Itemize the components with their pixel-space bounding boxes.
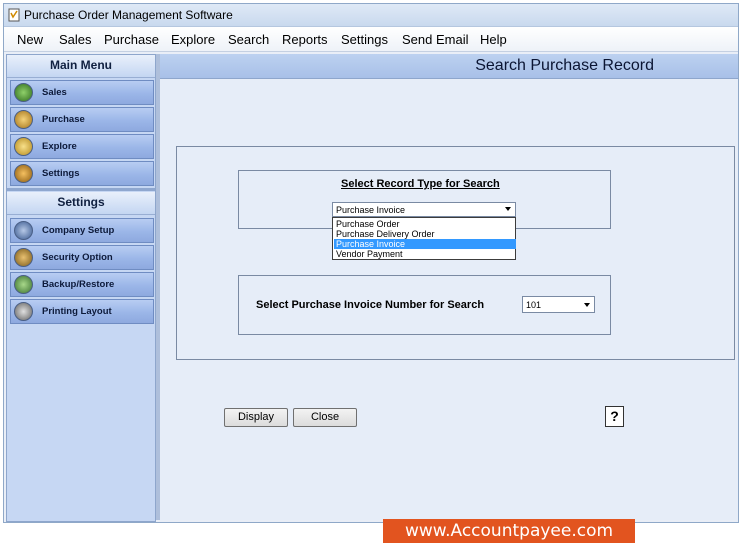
dropdown-option[interactable]: Purchase Delivery Order (334, 229, 516, 239)
sidebar-item-label: Security Option (42, 252, 113, 263)
explore-folder-icon (14, 137, 33, 156)
menu-new[interactable]: New (17, 32, 43, 47)
help-button[interactable]: ? (605, 406, 624, 427)
record-type-label: Select Record Type for Search (341, 178, 500, 190)
sidebar-item-label: Company Setup (42, 225, 115, 236)
sidebar-item-printing-layout[interactable]: Printing Layout (10, 299, 154, 324)
sidebar-item-security-option[interactable]: Security Option (10, 245, 154, 270)
dropdown-option[interactable]: Vendor Payment (334, 249, 516, 259)
lock-icon (14, 248, 33, 267)
brand-banner: www.Accountpayee.com (383, 519, 635, 543)
window-title: Purchase Order Management Software (24, 8, 233, 22)
record-type-dropdown-list: Purchase Order Purchase Delivery Order P… (332, 217, 516, 260)
sidebar-item-explore[interactable]: Explore (10, 134, 154, 159)
dropdown-option-highlighted[interactable]: Purchase Invoice (334, 239, 516, 249)
menu-purchase[interactable]: Purchase (104, 32, 159, 47)
sidebar-item-label: Settings (42, 168, 80, 179)
menu-sales[interactable]: Sales (59, 32, 92, 47)
page-header: Search Purchase Record (160, 54, 738, 79)
chevron-down-icon (584, 303, 590, 307)
sidebar-item-label: Sales (42, 87, 67, 98)
app-icon (8, 8, 20, 22)
printer-icon (14, 302, 33, 321)
invoice-number-value: 101 (526, 300, 542, 310)
close-button[interactable]: Close (293, 408, 357, 427)
record-type-selected-value: Purchase Invoice (336, 205, 406, 215)
main-menu-title: Main Menu (7, 55, 155, 78)
invoice-number-select[interactable]: 101 (522, 296, 595, 313)
sidebar-item-settings[interactable]: Settings (10, 161, 154, 186)
menu-explore[interactable]: Explore (171, 32, 215, 47)
page-title: Search Purchase Record (475, 57, 654, 74)
menu-help[interactable]: Help (480, 32, 507, 47)
title-bar: Purchase Order Management Software (4, 4, 738, 27)
invoice-number-label: Select Purchase Invoice Number for Searc… (256, 299, 485, 311)
sidebar-item-label: Printing Layout (42, 306, 112, 317)
company-setup-icon (14, 221, 33, 240)
menu-bar: New Sales Purchase Explore Search Report… (4, 27, 738, 52)
display-button[interactable]: Display (224, 408, 288, 427)
dropdown-option[interactable]: Purchase Order (334, 219, 516, 229)
backup-restore-icon (14, 275, 33, 294)
sidebar-item-backup-restore[interactable]: Backup/Restore (10, 272, 154, 297)
record-type-select[interactable]: Purchase Invoice (332, 202, 516, 217)
sidebar-divider (7, 188, 155, 191)
sidebar-item-sales[interactable]: Sales (10, 80, 154, 105)
sidebar: Main Menu Sales Purchase Explore Setting… (6, 54, 156, 522)
sidebar-item-label: Backup/Restore (42, 279, 115, 290)
sidebar-item-company-setup[interactable]: Company Setup (10, 218, 154, 243)
menu-settings[interactable]: Settings (341, 32, 388, 47)
menu-search[interactable]: Search (228, 32, 269, 47)
settings-section-title: Settings (7, 192, 155, 215)
menu-reports[interactable]: Reports (282, 32, 328, 47)
purchase-box-icon (14, 110, 33, 129)
menu-send-email[interactable]: Send Email (402, 32, 468, 47)
sidebar-item-label: Explore (42, 141, 77, 152)
chevron-down-icon (505, 207, 511, 211)
settings-gear-icon (14, 164, 33, 183)
sidebar-item-purchase[interactable]: Purchase (10, 107, 154, 132)
sidebar-item-label: Purchase (42, 114, 85, 125)
sales-chart-icon (14, 83, 33, 102)
